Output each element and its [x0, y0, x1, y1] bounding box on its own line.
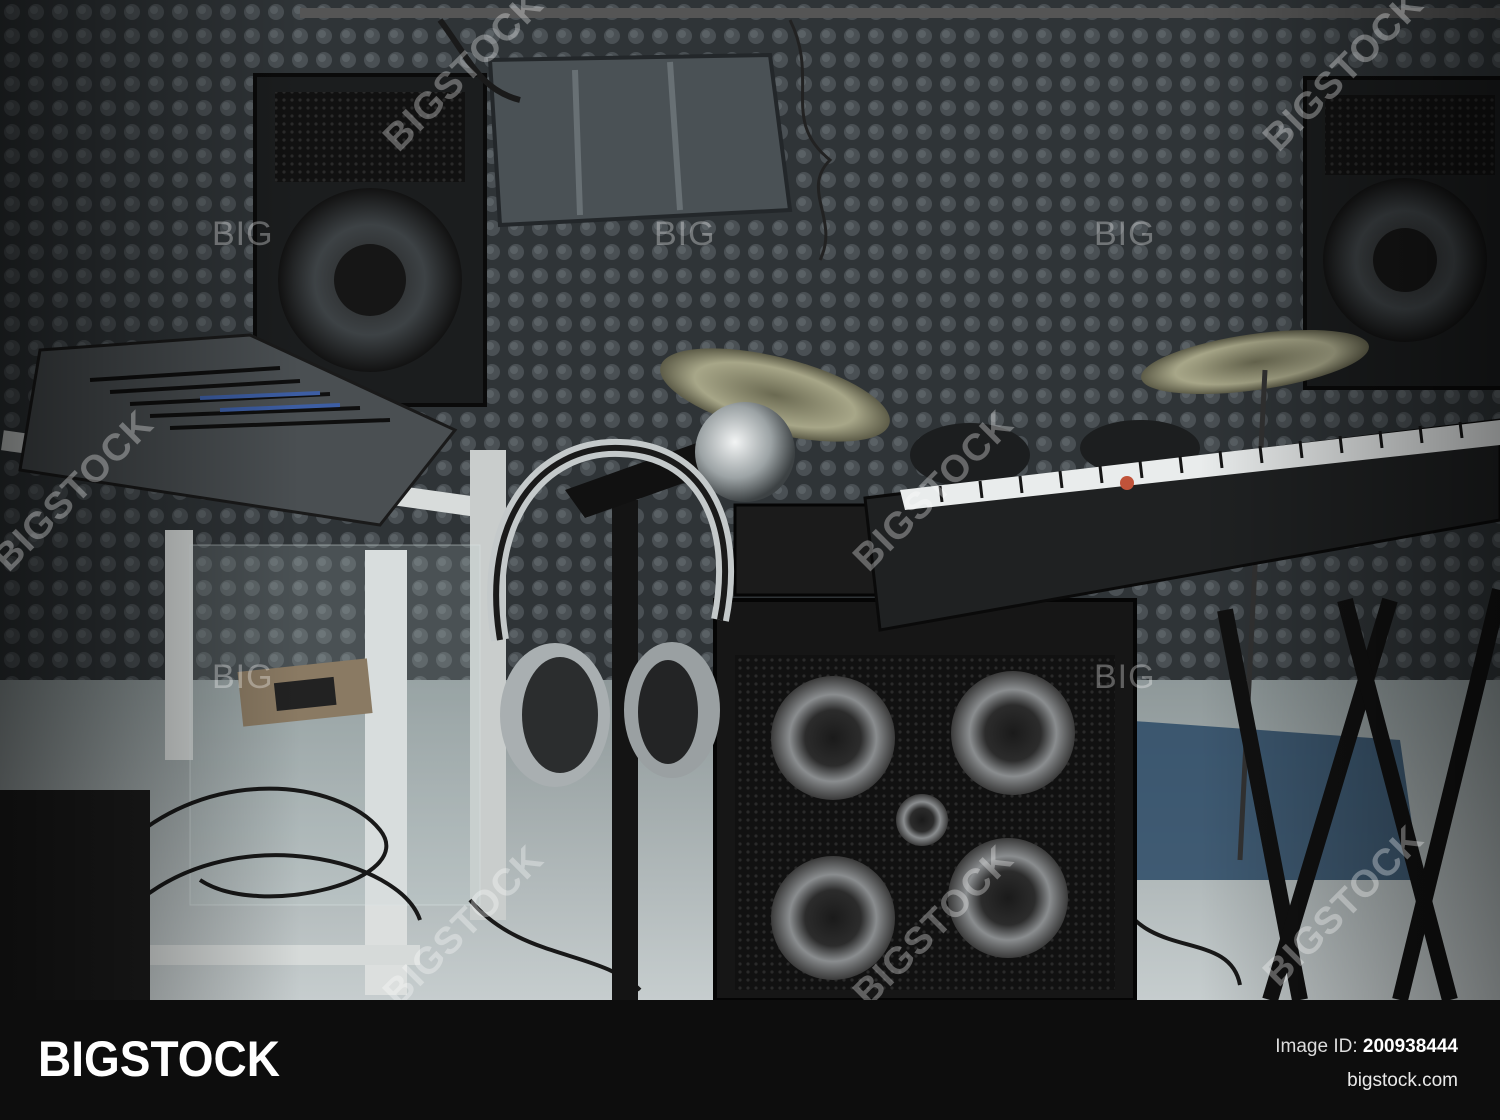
studio-scene — [0, 0, 1500, 1000]
brand-logo[interactable]: BIGSTOCK — [38, 1030, 280, 1088]
stock-photo-page: BIG BIG BIG BIG BIG BIGSTOCK BIGSTOCK BI… — [0, 0, 1500, 1120]
site-link[interactable]: bigstock.com — [1275, 1064, 1458, 1098]
vignette — [0, 0, 1500, 1000]
studio-photo: BIG BIG BIG BIG BIG BIGSTOCK BIGSTOCK BI… — [0, 0, 1500, 1000]
footer-bar: BIGSTOCK Image ID: 200938444 bigstock.co… — [0, 1000, 1500, 1120]
image-id-value: 200938444 — [1362, 1036, 1458, 1057]
image-meta: Image ID: 200938444 bigstock.com — [1275, 1030, 1458, 1098]
image-id-label: Image ID: — [1275, 1036, 1358, 1057]
image-id-line: Image ID: 200938444 — [1275, 1030, 1458, 1064]
